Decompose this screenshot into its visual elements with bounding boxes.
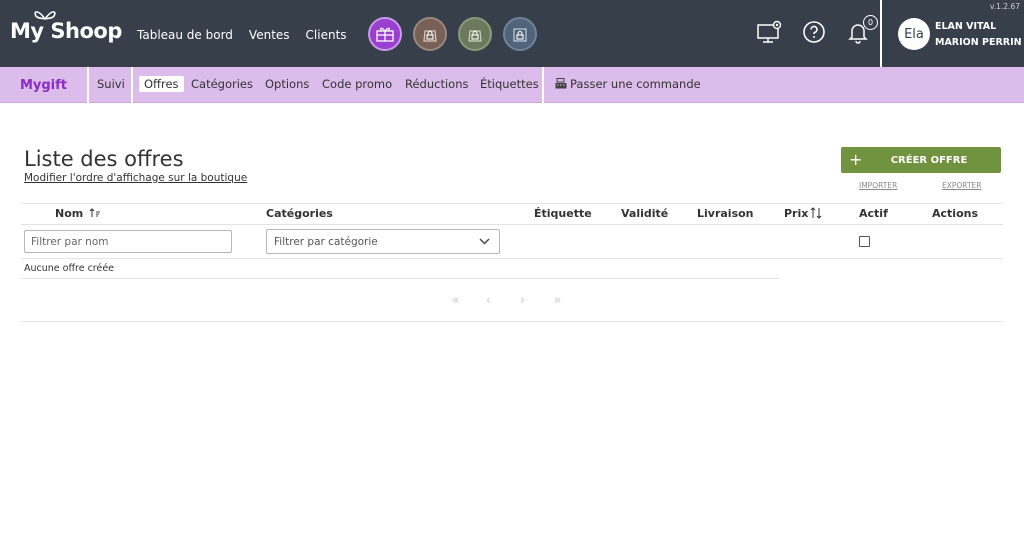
import-link[interactable]: IMPORTER (859, 181, 897, 190)
help-icon (803, 21, 825, 43)
tab-suivi[interactable]: Suivi (97, 77, 125, 91)
subnav-divider (131, 67, 133, 103)
column-header-actif: Actif (859, 207, 888, 220)
app-logo-text: My Shoop (10, 19, 122, 43)
table-bottom-border (21, 321, 1003, 322)
first-page-button[interactable]: « (452, 293, 486, 307)
column-header-validite: Validité (621, 207, 669, 220)
create-offer-button[interactable]: + CRÉER OFFRE (841, 147, 1001, 173)
tab-categories[interactable]: Catégories (191, 77, 253, 91)
subnav-divider (87, 67, 89, 103)
table-top-border (21, 203, 1003, 204)
column-header-etiquette: Étiquette (534, 207, 592, 220)
filter-name-input[interactable] (24, 230, 232, 253)
prev-page-button[interactable]: ‹ (486, 293, 520, 307)
column-header-livraison: Livraison (697, 207, 754, 220)
cash-register-icon (555, 78, 567, 89)
nav-clients[interactable]: Clients (306, 28, 347, 42)
nav-sales[interactable]: Ventes (249, 28, 290, 42)
column-header-categories: Catégories (266, 207, 333, 220)
tab-offres[interactable]: Offres (139, 76, 184, 92)
tab-etiquettes[interactable]: Étiquettes (480, 77, 539, 91)
nav-dashboard[interactable]: Tableau de bord (137, 28, 233, 42)
active-filter-checkbox[interactable] (859, 236, 870, 247)
notifications-button[interactable]: 0 (844, 15, 878, 46)
top-icons: 0 (756, 15, 878, 46)
column-header-prix[interactable]: Prix (784, 207, 808, 220)
app-logo[interactable]: My Shoop (10, 11, 122, 43)
page-title: Liste des offres (24, 147, 184, 171)
shop-button-4[interactable] (503, 17, 537, 51)
tab-code-promo[interactable]: Code promo (322, 77, 392, 91)
shop-button-2[interactable] (413, 17, 447, 51)
user-divider (880, 0, 882, 67)
shop-brand[interactable]: Mygift (0, 67, 87, 103)
user-name-line2: MARION PERRIN (935, 37, 1022, 48)
settings-button[interactable] (756, 18, 784, 46)
top-nav: Tableau de bord Ventes Clients (137, 28, 363, 42)
locked-shop-icon (423, 30, 437, 42)
locked-shop-icon (468, 30, 482, 42)
filter-category-label: Filtrer par catégorie (274, 236, 378, 248)
column-header-nom[interactable]: Nom (55, 207, 83, 220)
tab-options[interactable]: Options (265, 77, 309, 91)
help-button[interactable] (800, 18, 828, 46)
user-name[interactable]: ELAN VITAL MARION PERRIN (935, 19, 1022, 51)
empty-message: Aucune offre créée (24, 263, 115, 274)
export-link[interactable]: EXPORTER (942, 181, 982, 190)
filter-category-select[interactable]: Filtrer par catégorie (266, 229, 500, 254)
empty-row-border (21, 278, 780, 279)
shop-button-mygift[interactable] (368, 17, 402, 51)
chevron-down-icon (479, 238, 490, 245)
last-page-button[interactable]: » (554, 293, 588, 307)
notification-count-badge: 0 (863, 15, 878, 30)
avatar[interactable]: Ela (898, 18, 930, 50)
bow-icon (34, 11, 56, 20)
locked-shop-icon (513, 28, 527, 42)
sort-both-icon[interactable] (810, 207, 823, 219)
filter-row-border (21, 258, 1003, 259)
shop-subnav: Mygift Suivi Offres Catégories Options C… (0, 67, 1024, 103)
create-offer-label: CRÉER OFFRE (890, 154, 968, 166)
monitor-gear-icon (757, 20, 782, 43)
header-row-border (21, 224, 1003, 225)
version-label: v.1.2.67 (989, 2, 1020, 11)
reorder-link[interactable]: Modifier l'ordre d'affichage sur la bout… (24, 172, 247, 184)
place-order-link[interactable]: Passer une commande (555, 77, 701, 91)
column-header-actions: Actions (932, 207, 978, 220)
sort-asc-icon[interactable] (89, 208, 101, 218)
shop-switcher (368, 17, 537, 51)
tab-reductions[interactable]: Réductions (405, 77, 468, 91)
gift-shop-icon (376, 27, 394, 42)
subnav-divider (542, 67, 544, 103)
user-name-line1: ELAN VITAL (935, 21, 997, 32)
next-page-button[interactable]: › (520, 293, 554, 307)
top-bar: My Shoop Tableau de bord Ventes Clients (0, 0, 1024, 67)
place-order-label: Passer une commande (570, 77, 701, 91)
pagination: « ‹ › » (452, 293, 588, 307)
shop-button-3[interactable] (458, 17, 492, 51)
